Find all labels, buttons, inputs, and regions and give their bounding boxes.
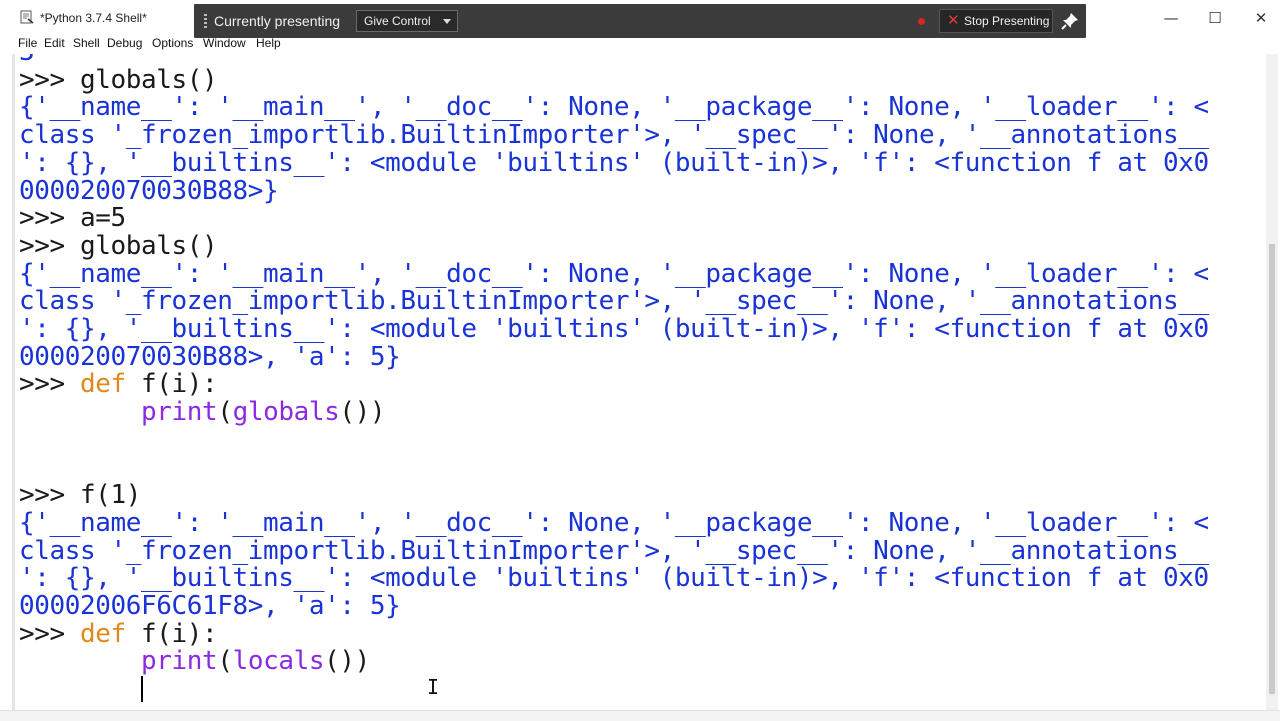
prompt-line: >>> globals(): [19, 64, 218, 95]
menu-edit[interactable]: Edit: [44, 36, 65, 50]
output-line: 000020070030B88>}: [19, 175, 279, 206]
chevron-down-icon: [443, 19, 451, 24]
presenting-status: Currently presenting: [214, 13, 341, 29]
output-line: {'__name__': '__main__', '__doc__': None…: [19, 258, 1209, 289]
python-idle-icon: [20, 10, 34, 24]
output-line: ': {}, '__builtins__': <module 'builtins…: [19, 314, 1209, 345]
menu-debug[interactable]: Debug: [107, 36, 142, 50]
minimize-button[interactable]: —: [1148, 6, 1194, 30]
output-line: class '_frozen_importlib.BuiltinImporter…: [19, 286, 1209, 317]
window-title: *Python 3.7.4 Shell*: [40, 11, 147, 25]
stop-presenting-label: Stop Presenting: [964, 14, 1050, 28]
prompt-line: >>> f(1): [19, 480, 142, 511]
output-line: ': {}, '__builtins__': <module 'builtins…: [19, 563, 1209, 594]
prompt-line: >>> a=5: [19, 203, 126, 234]
output-line: ': {}, '__builtins__': <module 'builtins…: [19, 147, 1209, 178]
menu-help[interactable]: Help: [256, 36, 281, 50]
close-x-icon: ✕: [947, 11, 960, 29]
maximize-button[interactable]: ☐: [1192, 6, 1238, 30]
menu-window[interactable]: Window: [203, 36, 246, 50]
menu-options[interactable]: Options: [152, 36, 193, 50]
output-line: 000020070030B88>, 'a': 5}: [19, 341, 401, 372]
shell-transcript: 3 >>> globals() {'__name__': '__main__',…: [19, 54, 1209, 704]
output-line: {'__name__': '__main__', '__doc__': None…: [19, 92, 1209, 123]
output-line: class '_frozen_importlib.BuiltinImporter…: [19, 120, 1209, 151]
vertical-scrollbar[interactable]: [1266, 54, 1278, 710]
current-input-line[interactable]: [19, 674, 141, 704]
output-line: 00002006F6C61F8>, 'a': 5}: [19, 591, 401, 622]
code-line: print(locals()): [141, 646, 370, 677]
menu-file[interactable]: File: [18, 36, 37, 50]
prompt-line: >>> globals(): [19, 230, 218, 261]
give-control-label: Give Control: [364, 14, 431, 28]
menu-shell[interactable]: Shell: [73, 36, 100, 50]
output-line: class '_frozen_importlib.BuiltinImporter…: [19, 535, 1209, 566]
stop-presenting-button[interactable]: ✕ Stop Presenting: [939, 9, 1053, 33]
code-line: >>> def f(i):: [19, 618, 218, 649]
close-button[interactable]: ✕: [1238, 6, 1280, 30]
scrollbar-thumb[interactable]: [1269, 244, 1275, 694]
presenting-toolbar: Currently presenting Give Control ✕ Stop…: [194, 4, 1086, 38]
output-line: {'__name__': '__main__', '__doc__': None…: [19, 507, 1209, 538]
mouse-ibeam-icon: I: [427, 675, 440, 699]
text-cursor: [141, 676, 144, 703]
shell-text-area[interactable]: 3 >>> globals() {'__name__': '__main__',…: [12, 54, 1269, 710]
code-line: >>> def f(i):: [19, 369, 218, 400]
drag-handle[interactable]: [204, 14, 207, 28]
window-bottom-border: [0, 710, 1280, 721]
code-line: print(globals()): [141, 397, 386, 428]
recording-indicator-icon: [918, 18, 925, 25]
give-control-dropdown[interactable]: Give Control: [356, 10, 458, 32]
pin-icon[interactable]: [1060, 11, 1080, 31]
